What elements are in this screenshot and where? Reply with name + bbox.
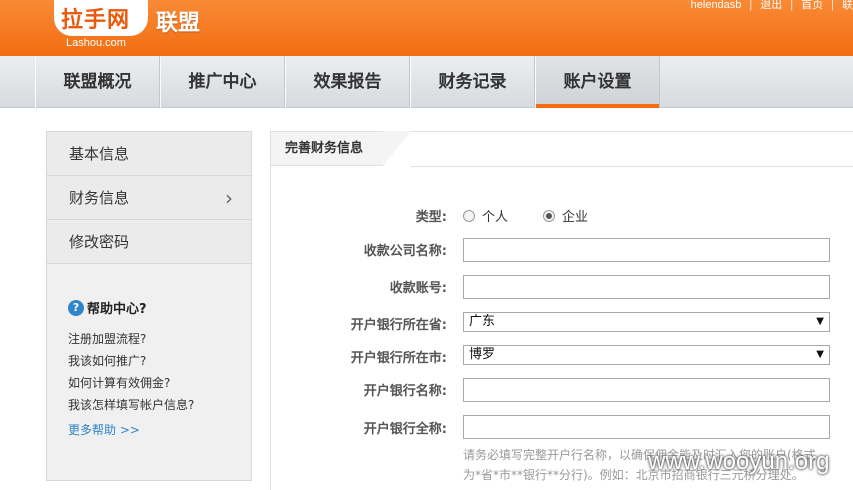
help-link-account-info[interactable]: 我该怎样填写帐户信息? — [68, 397, 251, 413]
logo-subtitle: 联盟 — [156, 11, 201, 36]
union-link[interactable]: 联 — [842, 0, 853, 12]
bank-name-input[interactable] — [463, 378, 830, 402]
bank-fullname-input[interactable] — [463, 415, 830, 439]
chevron-right-icon: › — [225, 186, 233, 210]
radio-label: 个人 — [482, 210, 509, 225]
sidebar-item-label: 基本信息 — [69, 145, 130, 163]
sidebar: 基本信息 财务信息 › 修改密码 ? 帮助中心? 注册加盟流程? 我该如何推广?… — [46, 131, 252, 481]
main-nav: 联盟概况 推广中心 效果报告 财务记录 账户设置 — [0, 56, 853, 108]
nav-account-settings[interactable]: 账户设置 — [535, 56, 660, 108]
type-label: 类型: — [415, 210, 447, 225]
header-bar: 拉手网 Lashou.com 联盟 helendasb | 退出 | 首页 | 联 — [0, 0, 853, 56]
account-label: 收款账号: — [389, 281, 447, 296]
dropdown-arrow-icon: ▼ — [816, 349, 824, 360]
radio-label: 企业 — [562, 210, 589, 225]
nav-overview[interactable]: 联盟概况 — [35, 56, 160, 108]
panel-divider — [411, 166, 853, 167]
help-link-promote[interactable]: 我该如何推广? — [68, 353, 251, 369]
bank-fullname-label: 开户银行全称: — [363, 422, 447, 437]
sidebar-item-change-password[interactable]: 修改密码 — [47, 220, 251, 264]
radio-button[interactable] — [463, 209, 475, 222]
city-value: 博罗 — [469, 347, 496, 362]
nav-finance-records[interactable]: 财务记录 — [410, 56, 535, 108]
sidebar-item-basic-info[interactable]: 基本信息 — [47, 132, 251, 176]
province-value: 广东 — [469, 314, 496, 329]
logo-domain: Lashou.com — [66, 37, 126, 49]
help-link-commission[interactable]: 如何计算有效佣金? — [68, 375, 251, 391]
account-input[interactable] — [463, 275, 830, 299]
company-name-input[interactable] — [463, 238, 830, 262]
dropdown-arrow-icon: ▼ — [816, 316, 824, 327]
nav-promotion[interactable]: 推广中心 — [160, 56, 285, 108]
username-link[interactable]: helendasb — [691, 0, 742, 11]
logout-link[interactable]: 退出 — [760, 0, 782, 12]
type-radio-enterprise[interactable]: 企业 — [543, 206, 588, 225]
bank-name-label: 开户银行名称: — [363, 384, 447, 399]
nav-reports[interactable]: 效果报告 — [285, 56, 410, 108]
watermark: www.wooyun.org — [648, 448, 830, 475]
company-name-label: 收款公司名称: — [363, 244, 447, 259]
radio-button-selected[interactable] — [543, 209, 555, 222]
sidebar-item-finance-info[interactable]: 财务信息 › — [47, 176, 251, 220]
help-title: ? 帮助中心? — [68, 298, 251, 317]
sidebar-item-label: 财务信息 — [69, 189, 130, 207]
city-label: 开户银行所在市: — [350, 351, 447, 366]
type-radio-personal[interactable]: 个人 — [463, 206, 508, 225]
panel-tab-title: 完善财务信息 — [271, 131, 411, 166]
logo-text[interactable]: 拉手网 — [61, 2, 130, 34]
help-title-text: 帮助中心? — [87, 302, 147, 317]
help-center: ? 帮助中心? 注册加盟流程? 我该如何推广? 如何计算有效佣金? 我该怎样填写… — [47, 264, 251, 438]
top-links: helendasb | 退出 | 首页 | 联 — [691, 0, 853, 12]
province-label: 开户银行所在省: — [350, 318, 447, 333]
city-select[interactable]: 博罗 ▼ — [463, 345, 830, 365]
question-icon: ? — [68, 299, 84, 316]
more-help-link[interactable]: 更多帮助 >> — [68, 421, 251, 438]
sidebar-item-label: 修改密码 — [69, 233, 130, 251]
home-link[interactable]: 首页 — [801, 0, 823, 12]
help-link-register[interactable]: 注册加盟流程? — [68, 331, 251, 347]
province-select[interactable]: 广东 ▼ — [463, 312, 830, 332]
